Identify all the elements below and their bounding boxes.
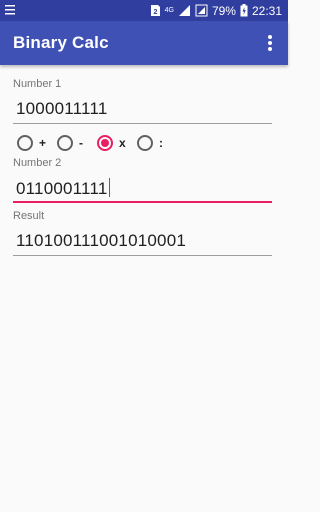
number2-label: Number 2 bbox=[13, 157, 62, 169]
text-cursor bbox=[108, 178, 110, 197]
signal-bars-icon bbox=[178, 5, 190, 16]
radio-subtract[interactable]: - bbox=[57, 135, 87, 151]
result-label: Result bbox=[13, 210, 45, 222]
result-value: 110100111001010001 bbox=[16, 231, 186, 250]
result-underline bbox=[13, 255, 272, 256]
number2-value: 0110001111 bbox=[16, 179, 108, 198]
radio-divide-circle[interactable] bbox=[137, 135, 153, 151]
battery-percent: 79% bbox=[211, 3, 236, 18]
radio-divide[interactable]: : bbox=[137, 135, 167, 151]
sim-icon: 2 bbox=[150, 5, 160, 16]
number1-field[interactable]: 1000011111 bbox=[13, 96, 272, 124]
network-type-label: 4G bbox=[164, 7, 174, 14]
battery-icon bbox=[240, 4, 248, 17]
radio-subtract-circle[interactable] bbox=[57, 135, 73, 151]
menu-lines-icon bbox=[5, 5, 15, 15]
number2-value-wrap: 0110001111 bbox=[16, 178, 110, 199]
radio-multiply[interactable]: x bbox=[97, 135, 127, 151]
number1-label: Number 1 bbox=[13, 78, 62, 90]
svg-text:2: 2 bbox=[153, 9, 157, 16]
number2-underline bbox=[13, 201, 272, 203]
more-vert-icon[interactable] bbox=[262, 32, 278, 54]
radio-multiply-circle[interactable] bbox=[97, 135, 113, 151]
result-field[interactable]: 110100111001010001 bbox=[13, 228, 272, 256]
number1-underline bbox=[13, 123, 272, 124]
radio-divide-label: : bbox=[159, 136, 163, 150]
radio-add[interactable]: + bbox=[17, 135, 47, 151]
signal-box-icon bbox=[195, 4, 208, 17]
operation-radio-group: + - x : bbox=[17, 133, 177, 153]
clock: 22:31 bbox=[251, 3, 282, 18]
number2-field[interactable]: 0110001111 bbox=[13, 175, 272, 203]
radio-add-circle[interactable] bbox=[17, 135, 33, 151]
status-bar: 2 4G 79% 22:31 bbox=[0, 0, 288, 21]
radio-subtract-label: - bbox=[79, 136, 83, 150]
number1-value: 1000011111 bbox=[16, 99, 108, 118]
radio-multiply-label: x bbox=[119, 136, 126, 150]
app-bar: Binary Calc bbox=[0, 21, 288, 65]
app-title: Binary Calc bbox=[13, 33, 109, 52]
radio-add-label: + bbox=[39, 136, 47, 150]
